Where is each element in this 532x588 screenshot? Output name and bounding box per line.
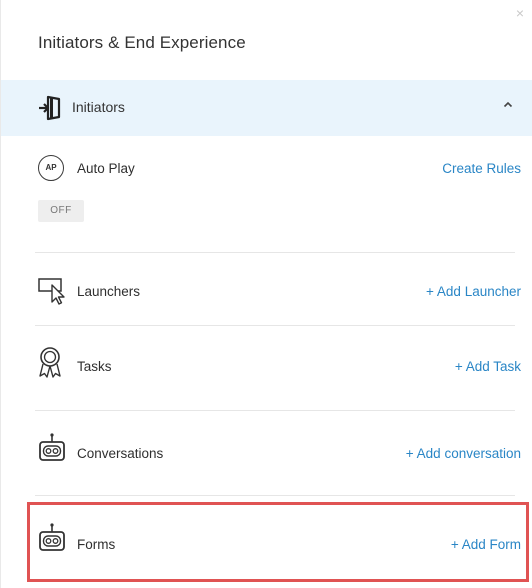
create-rules-link[interactable]: Create Rules <box>442 161 521 176</box>
add-launcher-link[interactable]: + Add Launcher <box>426 284 521 299</box>
divider <box>35 410 515 411</box>
add-form-link[interactable]: + Add Form <box>451 537 521 552</box>
add-conversation-link[interactable]: + Add conversation <box>406 446 521 461</box>
divider <box>35 495 515 496</box>
auto-play-toggle[interactable]: OFF <box>38 200 84 222</box>
panel-title: Initiators & End Experience <box>38 33 246 52</box>
conversations-label: Conversations <box>77 446 164 461</box>
door-enter-icon <box>37 94 65 122</box>
award-ribbon-icon <box>37 346 67 378</box>
conversations-row: Conversations + Add conversation <box>35 432 521 472</box>
add-task-link[interactable]: + Add Task <box>455 359 521 374</box>
tasks-label: Tasks <box>77 359 112 374</box>
initiators-section-header[interactable]: Initiators <box>1 80 532 136</box>
tasks-row: Tasks + Add Task <box>35 346 521 384</box>
divider <box>35 252 515 253</box>
auto-play-label: Auto Play <box>77 161 135 176</box>
robot-icon <box>37 522 67 552</box>
initiators-panel: × Initiators & End Experience Initiators… <box>0 0 532 588</box>
forms-label: Forms <box>77 537 116 552</box>
auto-play-icon: AP <box>38 155 64 181</box>
launchers-label: Launchers <box>77 284 141 299</box>
launchers-row: Launchers + Add Launcher <box>35 275 521 309</box>
section-label: Initiators <box>72 99 125 115</box>
close-icon[interactable]: × <box>516 6 524 20</box>
forms-row: Forms + Add Form <box>35 522 521 562</box>
chevron-up-icon[interactable] <box>501 98 515 112</box>
launcher-cursor-icon <box>37 275 67 305</box>
auto-play-row: AP Auto Play Create Rules OFF <box>35 155 521 235</box>
divider <box>35 325 515 326</box>
robot-icon <box>37 432 67 462</box>
